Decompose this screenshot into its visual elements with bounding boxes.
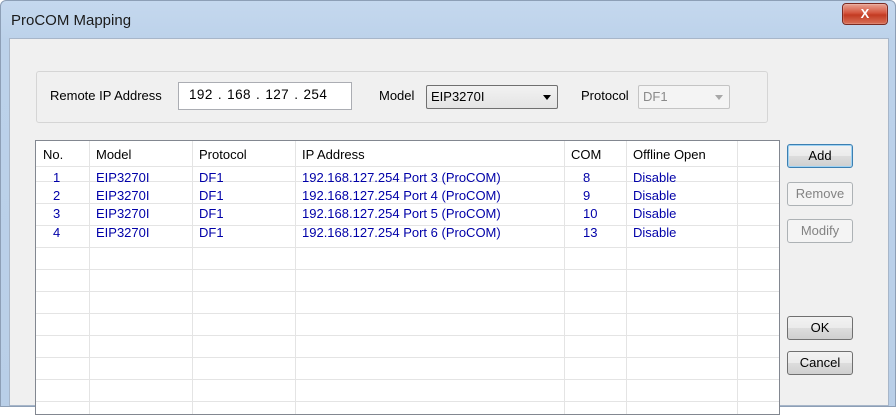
cell-com: 8 [583,170,591,185]
cell-com: 9 [583,188,591,203]
add-button[interactable]: Add [787,144,853,168]
remote-ip-field[interactable]: 192 . 168 . 127 . 254 [178,82,352,110]
ok-button[interactable]: OK [787,316,853,340]
cell-ip-address: 192.168.127.254 Port 4 (ProCOM) [302,188,501,203]
remote-ip-value: 192 . 168 . 127 . 254 [189,87,328,102]
dialog-body: Remote IP Address 192 . 168 . 127 . 254 … [9,38,889,415]
cell-no: 2 [53,188,61,203]
window-title: ProCOM Mapping [11,12,132,29]
row-line [36,335,779,336]
protocol-label: Protocol [581,88,629,103]
model-label: Model [379,88,415,103]
model-dropdown[interactable]: EIP3270I [426,85,558,109]
row-line [36,291,779,292]
chevron-down-icon [715,95,723,100]
cell-protocol: DF1 [199,170,224,185]
header-divider [36,166,779,167]
modify-button[interactable]: Modify [787,219,853,243]
cell-offline-open: Disable [633,170,677,185]
column-header-com[interactable]: COM [571,147,601,162]
cell-no: 4 [53,225,61,240]
cell-com: 10 [583,206,598,221]
column-header-protocol[interactable]: Protocol [199,147,247,162]
procom-mapping-dialog: ProCOM Mapping X Remote IP Address 192 .… [0,0,896,415]
mapping-list[interactable]: No. Model Protocol IP Address COM Offlin… [35,140,780,415]
cell-ip-address: 192.168.127.254 Port 5 (ProCOM) [302,206,501,221]
cell-offline-open: Disable [633,206,677,221]
row-line [36,401,779,402]
close-button[interactable]: X [842,3,888,25]
row-line [36,203,779,204]
row-line [36,313,779,314]
cell-offline-open: Disable [633,225,677,240]
cell-protocol: DF1 [199,206,224,221]
cell-no: 1 [53,170,61,185]
row-line [36,247,779,248]
column-header-offline-open[interactable]: Offline Open [633,147,706,162]
cell-protocol: DF1 [199,188,224,203]
remote-ip-label: Remote IP Address [50,88,162,103]
chevron-down-icon [543,95,551,100]
column-header-no[interactable]: No. [43,147,63,162]
cell-ip-address: 192.168.127.254 Port 6 (ProCOM) [302,225,501,240]
protocol-dropdown-value: DF1 [643,89,668,104]
cell-protocol: DF1 [199,225,224,240]
cell-model: EIP3270I [96,170,150,185]
close-icon: X [860,6,870,21]
remove-button[interactable]: Remove [787,182,853,206]
title-bar[interactable]: ProCOM Mapping X [1,1,895,37]
cell-model: EIP3270I [96,206,150,221]
cancel-button[interactable]: Cancel [787,351,853,375]
row-line [36,379,779,380]
cell-model: EIP3270I [96,188,150,203]
row-line [36,357,779,358]
cell-ip-address: 192.168.127.254 Port 3 (ProCOM) [302,170,501,185]
column-header-ip-address[interactable]: IP Address [302,147,365,162]
row-line [36,269,779,270]
protocol-dropdown[interactable]: DF1 [638,85,730,109]
cell-offline-open: Disable [633,188,677,203]
column-header-model[interactable]: Model [96,147,131,162]
cell-model: EIP3270I [96,225,150,240]
cell-no: 3 [53,206,61,221]
model-dropdown-value: EIP3270I [431,89,485,104]
cell-com: 13 [583,225,598,240]
